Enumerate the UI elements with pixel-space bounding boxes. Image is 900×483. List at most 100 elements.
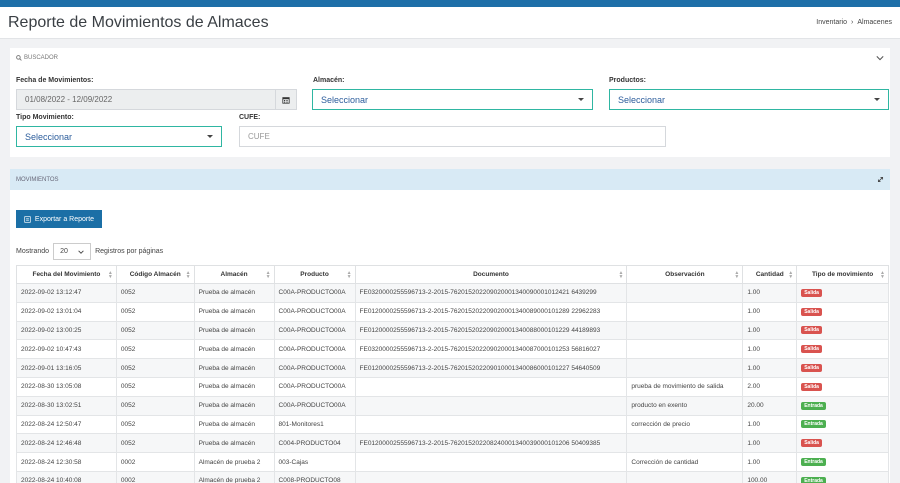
cufe-input[interactable]: CUFE: [239, 126, 666, 147]
cell-producto: C00A-PRODUCTO00A: [273, 283, 356, 303]
tipo-badge: Salida: [801, 307, 822, 316]
cell-cantidad: 20.00: [742, 395, 798, 416]
chevron-down-icon: [78, 249, 84, 254]
export-report-button[interactable]: Exportar a Reporte: [16, 210, 102, 228]
sort-icon: ▲ ▼: [185, 270, 191, 280]
cell-almacen: Prueba de almacén: [193, 433, 275, 454]
page-size-value: 20: [60, 248, 68, 255]
cell-tipo: Entrada: [796, 395, 889, 416]
cell-fecha: 2022-09-01 13:16:05: [16, 358, 117, 378]
caret-down-icon: [874, 98, 880, 101]
cell-documento: FE0120000255596713-2-2015-76201520220902…: [354, 301, 628, 322]
table-row: 2022-09-02 13:12:47 0052 Prueba de almacén…: [16, 283, 889, 303]
cell-fecha: 2022-09-02 13:00:25: [16, 320, 117, 341]
cell-tipo: Salida: [796, 301, 889, 322]
cell-producto: C00A-PRODUCTO00A: [273, 320, 356, 341]
cell-tipo: Salida: [796, 320, 889, 341]
cell-cantidad: 1.00: [742, 320, 798, 341]
sort-icon: ▲ ▼: [346, 270, 352, 280]
cell-documento: FE0120000255596713-2-2015-76201520220901…: [354, 358, 628, 378]
cell-documento: [354, 376, 628, 397]
expand-icon[interactable]: [877, 176, 884, 183]
page-size-select[interactable]: 20: [53, 243, 92, 260]
fecha-field[interactable]: 01/08/2022 - 12/09/2022: [16, 89, 280, 110]
cell-codigo: 0052: [115, 414, 195, 435]
col-tipo[interactable]: Tipo de movimiento ▲ ▼: [796, 265, 889, 284]
col-observacion[interactable]: Observación ▲ ▼: [626, 265, 744, 284]
almacen-select[interactable]: Seleccionar: [312, 89, 593, 110]
cell-almacen: Prueba de almacén: [193, 320, 275, 341]
tipo-badge: Salida: [801, 288, 822, 297]
cell-fecha: 2022-09-02 13:01:04: [16, 301, 117, 322]
sort-icon: ▲ ▼: [265, 270, 271, 280]
cell-documento: FE0120000255596713-2-2015-76201520220824…: [354, 433, 628, 454]
cell-cantidad: 1.00: [742, 358, 798, 378]
cell-codigo: 0052: [115, 283, 195, 303]
cell-cantidad: 1.00: [742, 452, 798, 472]
calendar-icon: [282, 96, 290, 104]
cell-documento: FE0320000255596713-2-2015-76201520220902…: [354, 339, 628, 360]
cell-producto: C004-PRODUCTO04: [273, 433, 356, 454]
tipo-movimiento-select[interactable]: Seleccionar: [16, 126, 222, 147]
cell-almacen: Prueba de almacén: [193, 339, 275, 360]
table-row: 2022-08-24 10:40:08 0002 Almacén de prueba…: [16, 470, 889, 483]
movimientos-panel: MOVIMIENTOS Exportar a Reporte Mostrando…: [10, 169, 890, 483]
chevron-right-icon: ›: [851, 19, 854, 26]
breadcrumb-inventario[interactable]: Inventario: [816, 19, 847, 26]
cell-cantidad: 2.00: [742, 376, 798, 397]
cell-producto: 801-Monitores1: [273, 414, 356, 435]
cell-cantidad: 1.00: [742, 283, 798, 303]
cell-observacion: corrección de precio: [626, 414, 744, 435]
col-fecha[interactable]: Fecha del Movimiento ▲ ▼: [16, 265, 117, 284]
productos-select[interactable]: Seleccionar: [609, 89, 889, 110]
export-report-label: Exportar a Reporte: [34, 215, 95, 223]
tipo-movimiento-label: Tipo Movimiento:: [16, 114, 74, 121]
show-prefix: Mostrando: [16, 248, 50, 255]
chevron-down-icon[interactable]: [876, 55, 884, 61]
cell-tipo: Salida: [796, 339, 889, 360]
col-almacen[interactable]: Almacén ▲ ▼: [193, 265, 275, 284]
breadcrumb-almacenes: Almacenes: [857, 19, 892, 26]
tipo-badge: Salida: [801, 382, 822, 391]
table-header-row: Fecha del Movimiento ▲ ▼ Código Almacén ▲ ▼ …: [16, 265, 889, 284]
caret-down-icon: [207, 135, 213, 138]
col-cantidad[interactable]: Cantidad ▲ ▼: [742, 265, 798, 284]
cufe-label: CUFE:: [239, 114, 261, 121]
table-row: 2022-08-24 12:50:47 0052 Prueba de almacén…: [16, 414, 889, 435]
cell-cantidad: 1.00: [742, 301, 798, 322]
table-row: 2022-08-24 12:30:58 0002 Almacén de prueba…: [16, 452, 889, 472]
cell-cantidad: 100.00: [742, 470, 798, 483]
cell-observacion: [626, 358, 744, 378]
report-icon: [24, 215, 31, 223]
almacen-select-value: Seleccionar: [321, 94, 369, 105]
cell-fecha: 2022-08-30 13:02:51: [16, 395, 117, 416]
cell-documento: [354, 414, 628, 435]
caret-down-icon: [578, 98, 584, 101]
page-title: Reporte de Movimientos de Almaces: [8, 13, 269, 31]
productos-select-value: Seleccionar: [618, 94, 666, 105]
col-producto[interactable]: Producto ▲ ▼: [273, 265, 356, 284]
cell-cantidad: 1.00: [742, 339, 798, 360]
cell-documento: FE0320000255596713-2-2015-76201520220902…: [354, 283, 628, 303]
col-documento[interactable]: Documento ▲ ▼: [354, 265, 628, 284]
tipo-badge: Salida: [801, 439, 822, 448]
col-codigo[interactable]: Código Almacén ▲ ▼: [115, 265, 195, 284]
cell-tipo: Salida: [796, 358, 889, 378]
cell-observacion: [626, 301, 744, 322]
calendar-button[interactable]: [275, 89, 297, 110]
table-row: 2022-09-02 13:01:04 0052 Prueba de almacén…: [16, 301, 889, 322]
tipo-badge: Entrada: [801, 476, 826, 483]
cell-fecha: 2022-08-24 10:40:08: [16, 470, 117, 483]
cell-fecha: 2022-08-24 12:30:58: [16, 452, 117, 472]
cell-fecha: 2022-08-24 12:46:48: [16, 433, 117, 454]
cell-observacion: [626, 433, 744, 454]
movimientos-panel-title: MOVIMIENTOS: [16, 176, 59, 183]
sort-icon: ▲ ▼: [107, 270, 113, 280]
cell-tipo: Entrada: [796, 452, 889, 472]
cell-producto: 003-Cajas: [273, 452, 356, 472]
cell-fecha: 2022-09-02 13:12:47: [16, 283, 117, 303]
tipo-movimiento-select-value: Seleccionar: [25, 131, 73, 142]
cell-tipo: Salida: [796, 376, 889, 397]
search-panel-title: BUSCADOR: [24, 55, 59, 61]
cell-almacen: Prueba de almacén: [193, 283, 275, 303]
